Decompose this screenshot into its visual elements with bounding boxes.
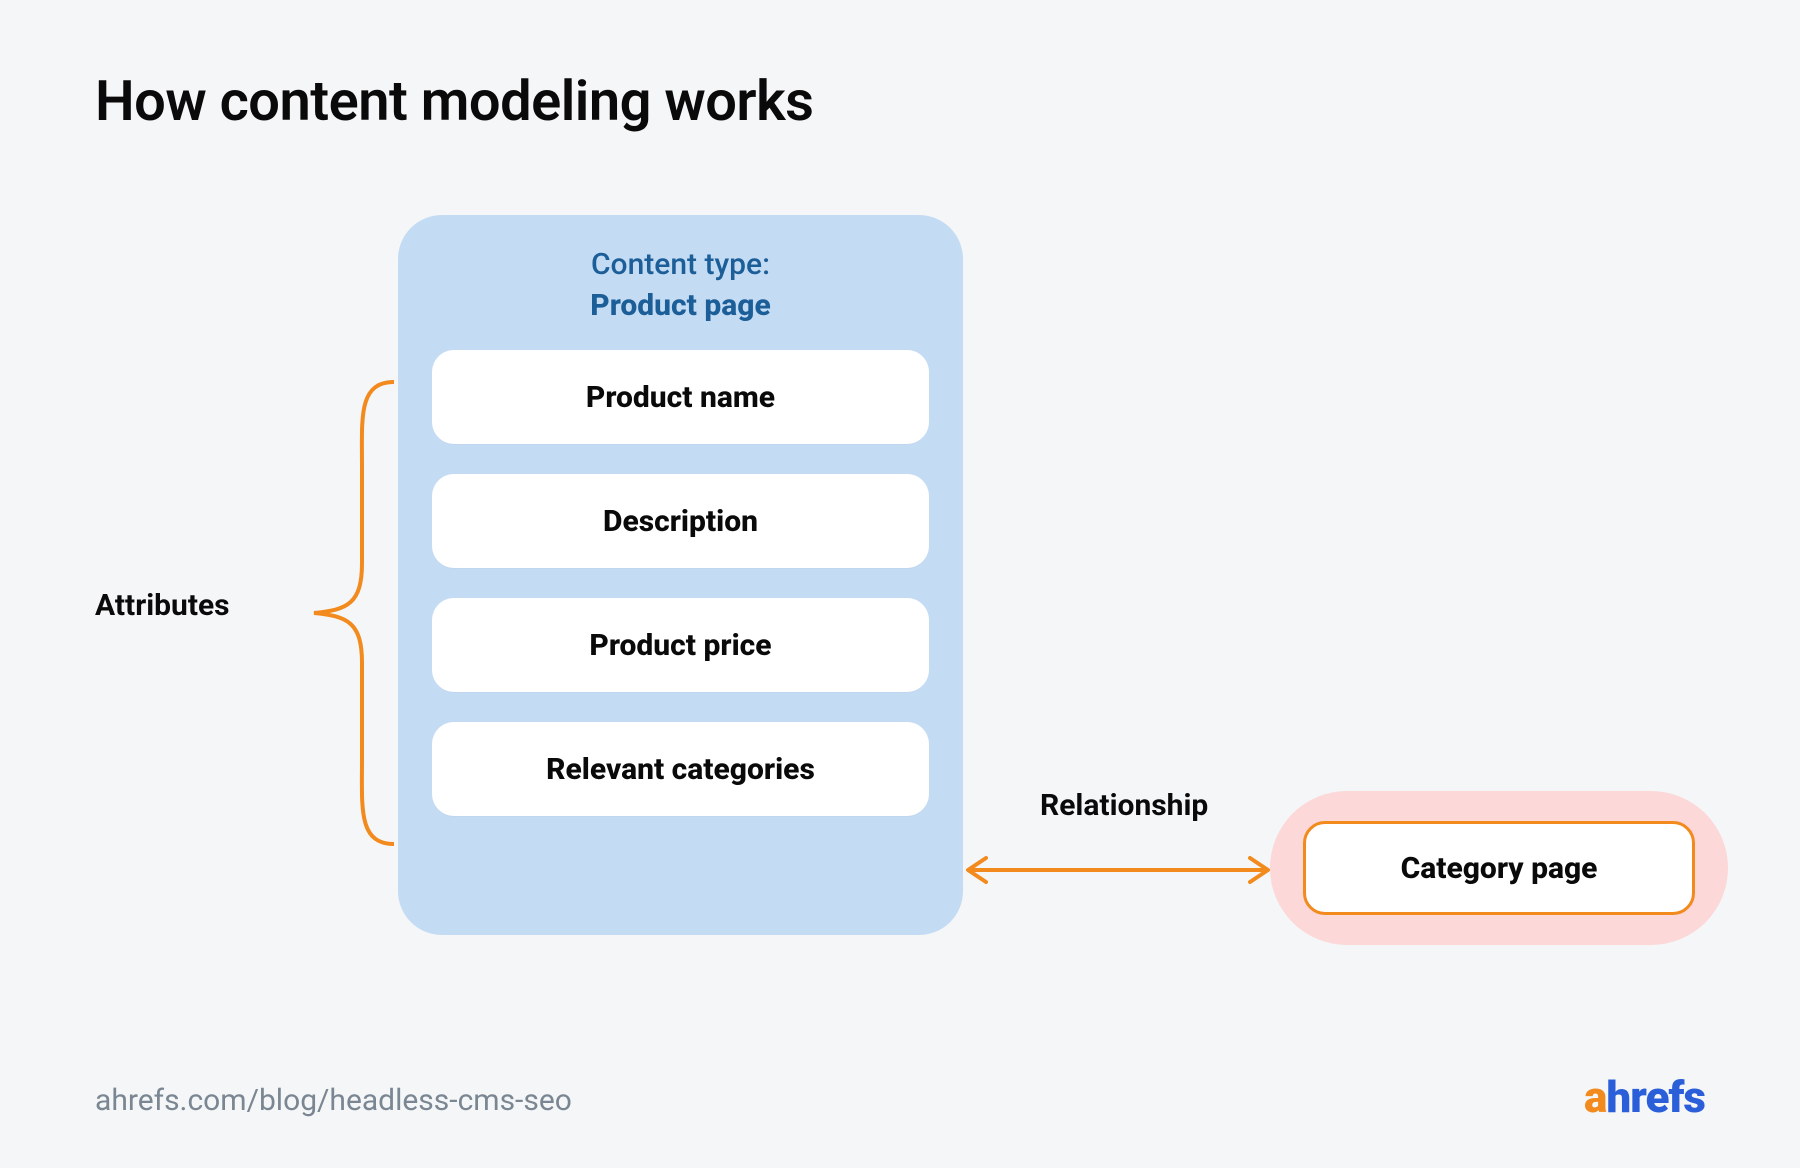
page-title: How content modeling works — [95, 68, 813, 134]
attributes-label: Attributes — [95, 588, 230, 623]
related-type-box: Category page — [1303, 821, 1695, 915]
relationship-label: Relationship — [1040, 788, 1208, 823]
diagram-canvas: How content modeling works Attributes Co… — [0, 0, 1800, 1168]
attribute-item: Product price — [432, 598, 929, 692]
brand-logo: ahrefs — [1584, 1071, 1705, 1123]
attribute-item: Product name — [432, 350, 929, 444]
attribute-list: Product name Description Product price R… — [432, 350, 929, 816]
content-type-name: Product page — [590, 288, 770, 323]
relationship-arrow-icon — [962, 850, 1274, 890]
content-type-label: Content type: — [591, 247, 770, 282]
attribute-item: Description — [432, 474, 929, 568]
attribute-item: Relevant categories — [432, 722, 929, 816]
brand-first-letter: a — [1584, 1071, 1606, 1123]
content-type-header: Content type: Product page — [432, 245, 929, 326]
footer-url: ahrefs.com/blog/headless-cms-seo — [95, 1083, 572, 1118]
related-type-container: Category page — [1270, 791, 1728, 945]
brand-rest: hrefs — [1606, 1071, 1705, 1123]
content-type-box: Content type: Product page Product name … — [398, 215, 963, 935]
brace-icon — [298, 378, 398, 848]
